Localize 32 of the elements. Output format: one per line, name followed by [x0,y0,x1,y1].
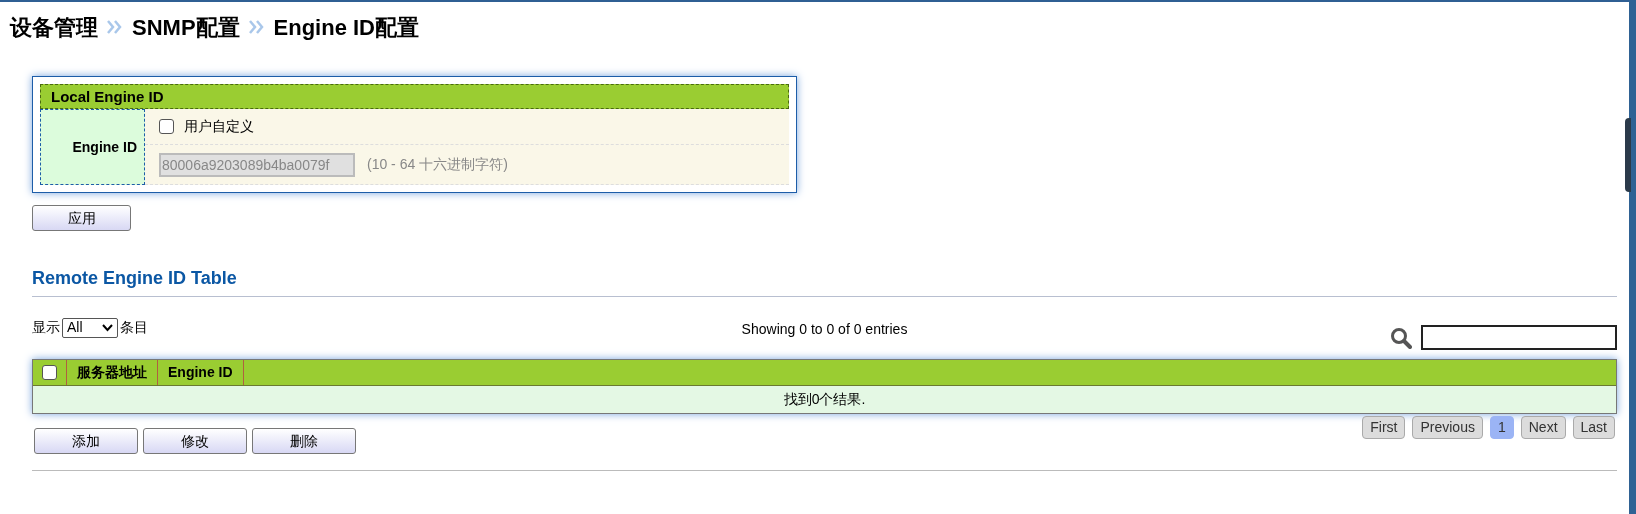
breadcrumb-item[interactable]: 设备管理 [10,10,98,44]
page-button[interactable]: 1 [1489,416,1514,439]
action-button[interactable]: 删除 [252,428,356,454]
hint-text: (10 - 64 十六进制字符) [367,155,508,174]
empty-message: 找到0个结果. [783,390,866,409]
breadcrumb-item[interactable]: SNMP配置 [132,10,240,44]
page-button[interactable]: Last [1572,416,1615,439]
page-button[interactable]: First [1362,416,1406,439]
section-header: Local Engine ID [40,84,789,109]
page-length-label: 条目 [120,318,148,337]
section-title: Remote Engine ID Table [32,267,238,290]
action-button[interactable]: 修改 [143,428,247,454]
action-button[interactable]: 添加 [34,428,138,454]
double-chevron-icon [247,19,266,35]
checkbox-label: 用户自定义 [184,117,254,136]
page-button[interactable]: Next [1520,416,1566,439]
field-label: Engine ID [40,109,145,185]
side-handle[interactable] [1625,118,1631,192]
page-button[interactable]: Previous [1412,416,1483,439]
column-header[interactable]: 服务器地址 [67,360,158,385]
chevron-down-icon [102,323,113,332]
select-all-checkbox[interactable] [42,365,57,380]
search-icon [1390,326,1412,349]
search-field[interactable] [1421,325,1617,350]
page-length-select[interactable]: All [62,317,118,338]
double-chevron-icon [106,19,124,35]
checkbox[interactable] [159,119,174,134]
page-length-label: 显示 [32,318,60,337]
column-header[interactable]: Engine ID [158,360,244,385]
action-button[interactable]: 应用 [32,205,131,231]
breadcrumb-item: Engine ID配置 [273,13,419,42]
table-info: Showing 0 to 0 of 0 entries [741,320,908,339]
